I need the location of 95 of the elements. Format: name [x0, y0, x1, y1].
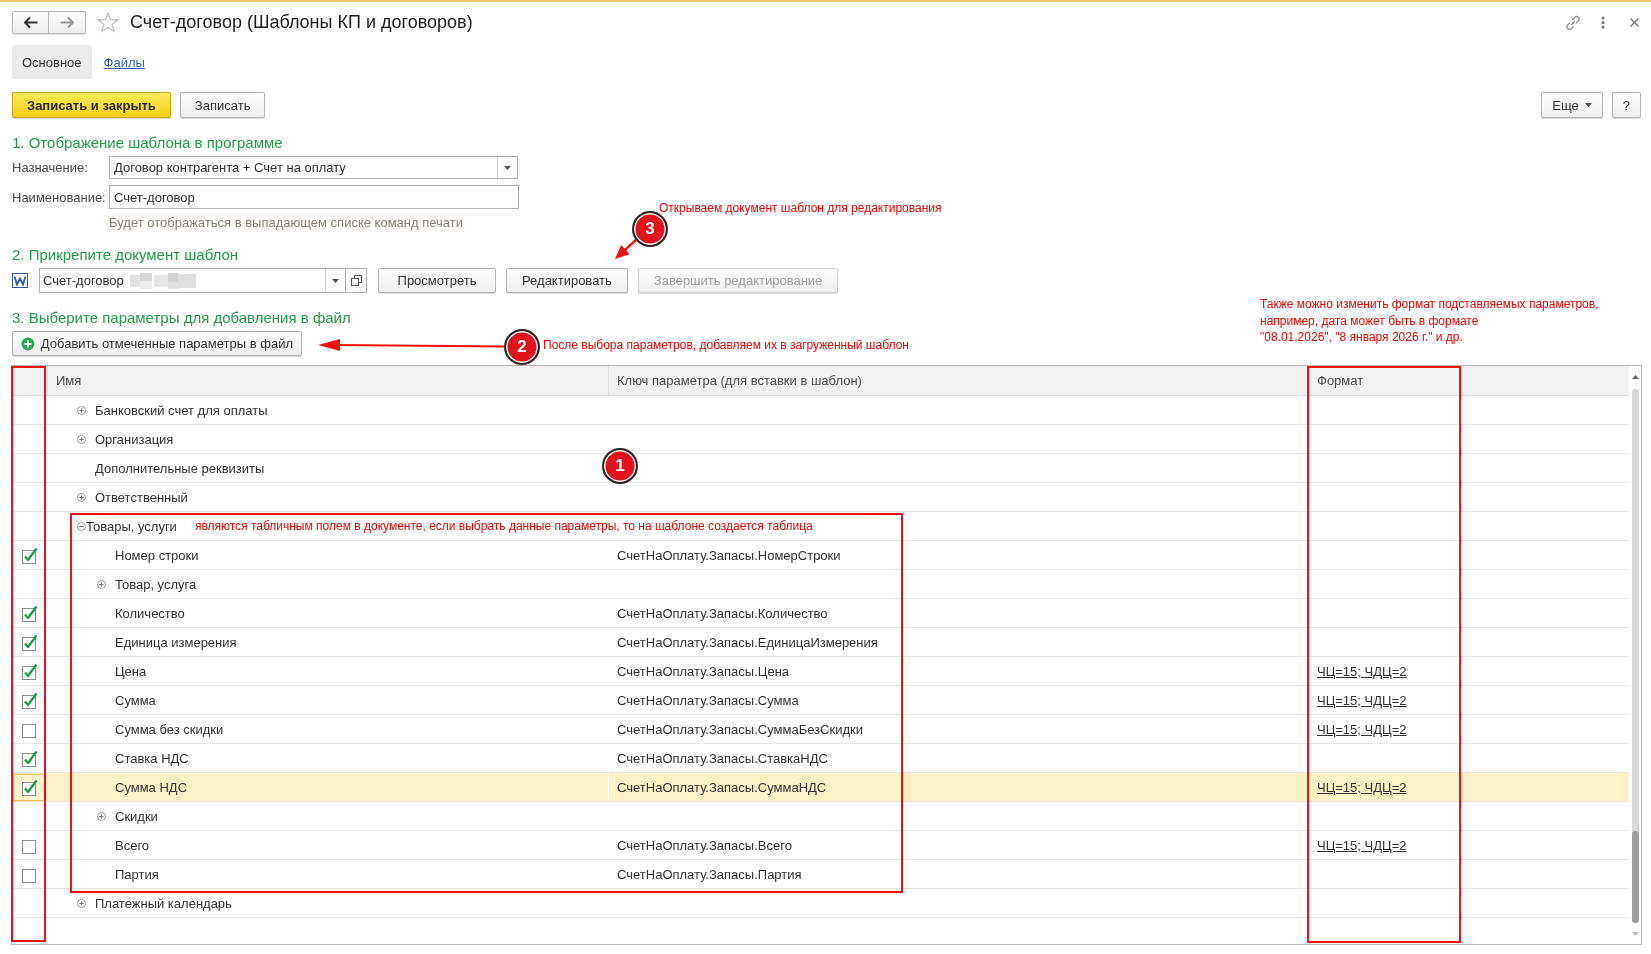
tree-item-label[interactable]: Номер строки: [115, 547, 199, 563]
field-hint: Будет отображаться в выпадающем списке команд печати: [109, 215, 463, 231]
format-link[interactable]: ЧЦ=15; ЧДЦ=2: [1317, 837, 1407, 853]
checkbox[interactable]: [21, 749, 38, 767]
collapse-icon[interactable]: [77, 521, 86, 531]
tree-item-label[interactable]: Дополнительные реквизиты: [95, 460, 265, 476]
tree-item-label[interactable]: Банковский счет для оплаты: [95, 402, 268, 418]
caret-icon: [1584, 103, 1592, 107]
file-type-icon: [12, 273, 28, 288]
tree-item-label[interactable]: Количество: [115, 605, 185, 621]
step-marker: 3: [632, 211, 668, 247]
field-label: Наименование:: [12, 189, 107, 205]
arrow-right-icon: [60, 17, 74, 28]
expand-icon[interactable]: [77, 492, 86, 502]
annotation-note: являются табличным полем в документе, если выбрать данные параметры, то на шаблоне создается таблица: [194, 519, 813, 533]
tab[interactable]: Основное: [12, 45, 92, 79]
more-icon: [1601, 16, 1605, 29]
annotation-note: После выбора параметров, добавляем их в загруженный шаблон: [543, 337, 909, 354]
parameter-key: СчетНаОплату.Запасы.СуммаБезСкидки: [617, 721, 863, 737]
column-header[interactable]: Ключ параметра (для вставки в шаблон): [617, 373, 862, 388]
checkbox[interactable]: [21, 662, 38, 680]
back-button[interactable]: [12, 11, 49, 34]
expand-icon[interactable]: [97, 811, 106, 821]
more-menu-button[interactable]: Еще: [1541, 92, 1603, 118]
arrow-left-icon: [23, 17, 38, 28]
tree-item-label[interactable]: Сумма НДС: [115, 779, 188, 795]
step-marker: 2: [504, 329, 540, 365]
format-link[interactable]: ЧЦ=15; ЧДЦ=2: [1317, 779, 1407, 795]
save-and-close-button[interactable]: Записать и закрыть: [12, 92, 171, 118]
table-row[interactable]: Сумма НДС СчетНаОплату.Запасы.СуммаНДС ЧЦ=15; ЧДЦ=2: [12, 773, 1629, 802]
action-button[interactable]: Редактировать: [506, 268, 628, 293]
parameter-key: СчетНаОплату.Запасы.НомерСтроки: [617, 547, 841, 563]
annotation-arrow: [614, 238, 638, 260]
parameter-key: СчетНаОплату.Запасы.Партия: [617, 866, 802, 882]
tree-item-label[interactable]: Скидки: [115, 808, 158, 824]
caret-icon: [332, 278, 339, 283]
parameter-key: СчетНаОплату.Запасы.Цена: [617, 663, 790, 679]
close-icon: [1630, 18, 1639, 27]
step-marker: 1: [602, 448, 638, 484]
action-button[interactable]: Просмотреть: [378, 268, 496, 293]
tree-item-label[interactable]: Товары, услуги: [86, 518, 177, 534]
checkbox[interactable]: [21, 546, 38, 564]
expand-icon[interactable]: [97, 579, 106, 589]
format-link[interactable]: ЧЦ=15; ЧДЦ=2: [1317, 692, 1407, 708]
tree-item-label[interactable]: Всего: [115, 837, 150, 853]
add-icon: [21, 336, 35, 351]
checkbox[interactable]: [21, 604, 38, 622]
link-icon: [1565, 14, 1581, 31]
more-button[interactable]: [1601, 16, 1605, 29]
tree-item-label[interactable]: Сумма: [115, 692, 156, 708]
file-field[interactable]: Счет-договор: [39, 268, 346, 293]
parameter-key: СчетНаОплату.Запасы.СуммаНДС: [617, 779, 827, 795]
open-button[interactable]: [346, 268, 367, 293]
tree-item-label[interactable]: Партия: [115, 866, 159, 882]
tree-item-label[interactable]: Цена: [115, 663, 147, 679]
parameter-key: СчетНаОплату.Запасы.Сумма: [617, 692, 799, 708]
tab[interactable]: Файлы: [103, 45, 145, 79]
expand-icon[interactable]: [77, 434, 86, 444]
expand-icon[interactable]: [77, 898, 86, 908]
format-link[interactable]: ЧЦ=15; ЧДЦ=2: [1317, 721, 1407, 737]
close-button[interactable]: [1630, 18, 1639, 27]
tree-item-label[interactable]: Платежный календарь: [95, 895, 232, 911]
link-button[interactable]: [1565, 14, 1581, 31]
tree-item-label[interactable]: Ответственный: [95, 489, 188, 505]
parameter-key: СчетНаОплату.Запасы.Количество: [617, 605, 828, 621]
column-header[interactable]: Формат: [1317, 373, 1364, 388]
checkbox[interactable]: [21, 691, 38, 709]
tree-item-label[interactable]: Ставка НДС: [115, 750, 189, 766]
parameter-key: СчетНаОплату.Запасы.ЕдиницаИзмерения: [617, 634, 878, 650]
checkbox[interactable]: [21, 779, 38, 796]
add-params-button[interactable]: Добавить отмеченные параметры в файл: [12, 331, 302, 356]
input-field[interactable]: Счет-договор: [109, 185, 519, 209]
parameter-key: СчетНаОплату.Запасы.Всего: [617, 837, 792, 853]
column-header[interactable]: Имя: [56, 373, 82, 388]
section-heading: 3. Выберите параметры для добавления в файл: [12, 308, 351, 327]
save-button[interactable]: Записать: [179, 92, 266, 118]
window-title: Счет-договор (Шаблоны КП и договоров): [130, 12, 473, 33]
tree-item-label[interactable]: Товар, услуга: [115, 576, 197, 592]
tree-item-label[interactable]: Единица измерения: [115, 634, 237, 650]
field-label: Назначение:: [12, 160, 89, 175]
dropdown-field[interactable]: Договор контрагента + Счет на оплату: [109, 156, 518, 179]
open-icon: [350, 275, 362, 286]
format-link[interactable]: ЧЦ=15; ЧДЦ=2: [1317, 663, 1407, 679]
star-icon[interactable]: [97, 12, 119, 33]
annotation-note: Также можно изменить формат подставляемых параметров, например, дата может быть в формате "08.01.2026", "8 января 2026 г." и др.: [1260, 296, 1599, 346]
expand-icon[interactable]: [77, 405, 86, 415]
parameter-key: СчетНаОплату.Запасы.СтавкаНДС: [617, 750, 828, 766]
help-button[interactable]: ?: [1611, 92, 1641, 118]
caret-icon: [504, 165, 511, 170]
blurred-block: [129, 272, 196, 289]
section-heading: 2. Прикрепите документ шаблон: [12, 245, 239, 264]
tree-item-label[interactable]: Сумма без скидки: [115, 721, 224, 737]
tree-item-label[interactable]: Организация: [95, 431, 174, 447]
checkbox[interactable]: [21, 633, 38, 651]
section-heading: 1. Отображение шаблона в программе: [12, 133, 283, 152]
